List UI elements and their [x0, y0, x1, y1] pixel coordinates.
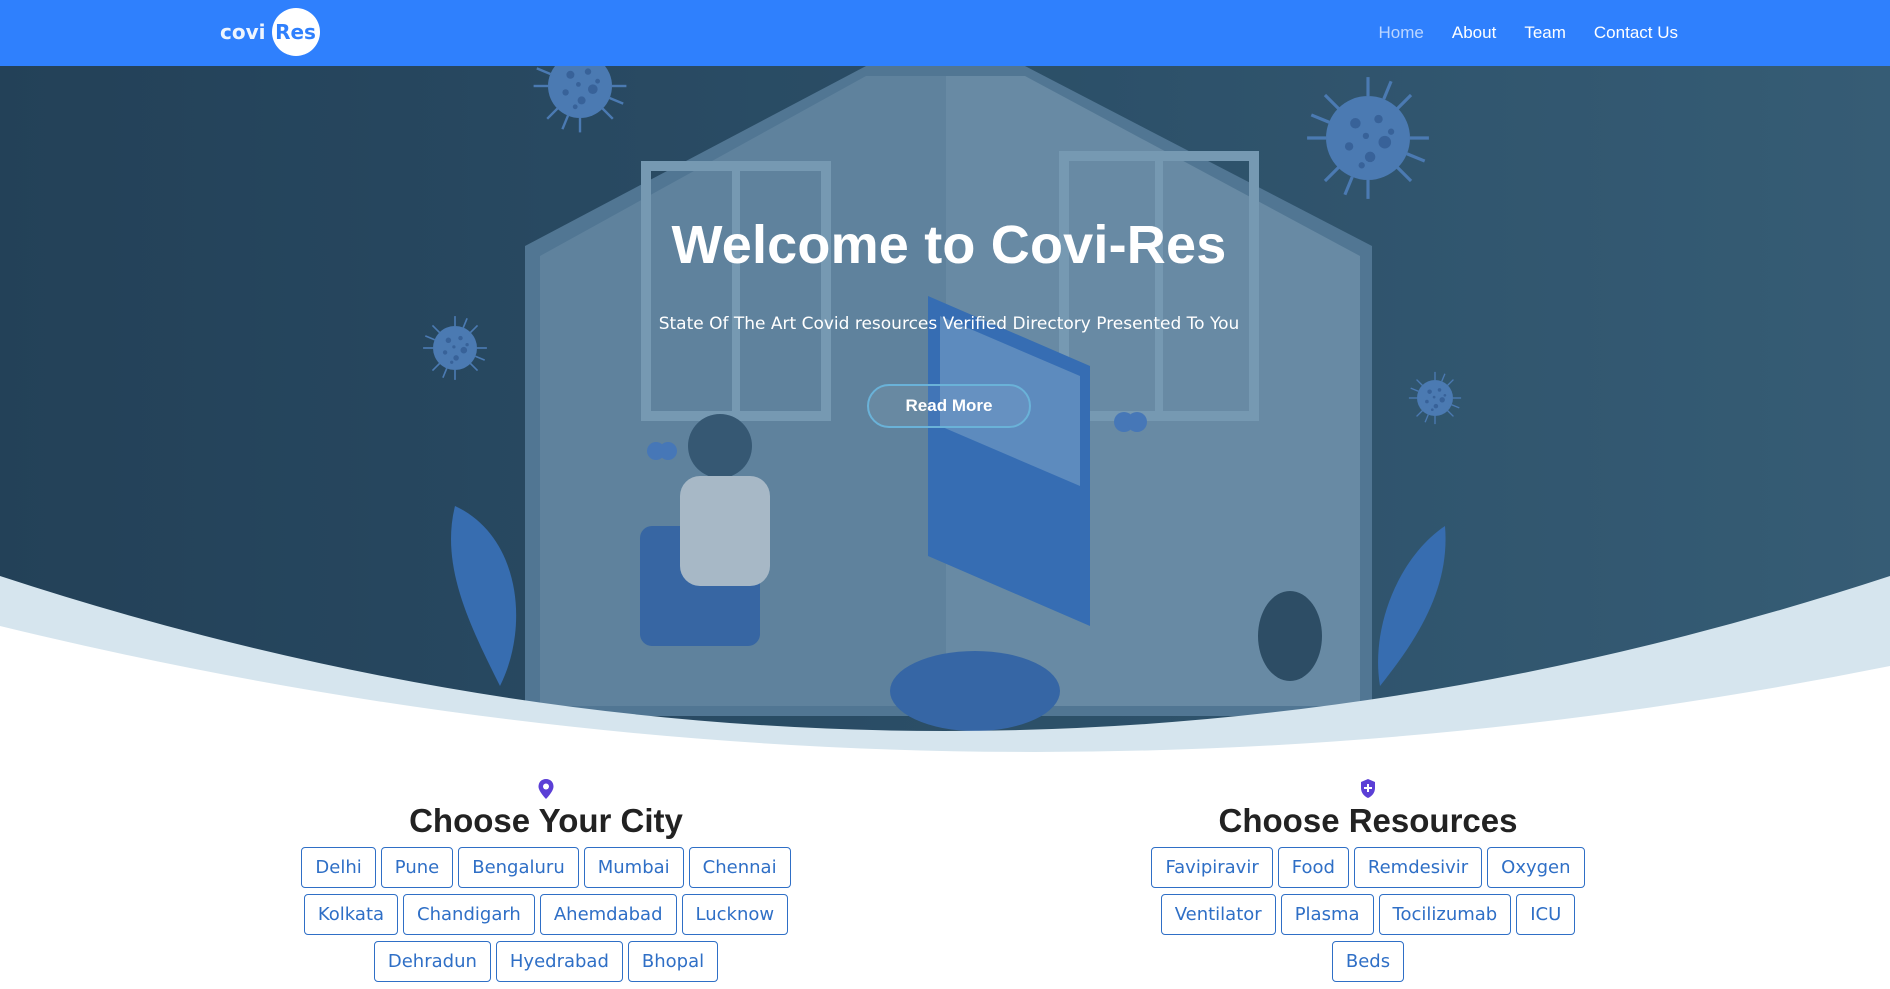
choose-city-section: Choose Your City Delhi Pune Bengaluru Mu… — [292, 778, 800, 982]
resource-chip-ventilator[interactable]: Ventilator — [1160, 894, 1276, 935]
city-chip-hyedrabad[interactable]: Hyedrabad — [495, 941, 623, 982]
city-chip-dehradun[interactable]: Dehradun — [373, 941, 491, 982]
nav-link-home[interactable]: Home — [1379, 23, 1424, 43]
hero-title: Welcome to Covi-Res — [671, 215, 1227, 275]
city-chip-ahemdabad[interactable]: Ahemdabad — [539, 894, 677, 935]
city-chip-lucknow[interactable]: Lucknow — [681, 894, 789, 935]
nav-link-about[interactable]: About — [1452, 23, 1496, 43]
city-row-2: Kolkata Chandigarh Ahemdabad Lucknow — [292, 894, 800, 935]
resource-chip-tocilizumab[interactable]: Tocilizumab — [1378, 894, 1512, 935]
resource-chip-icu[interactable]: ICU — [1516, 894, 1576, 935]
city-row-1: Delhi Pune Bengaluru Mumbai Chennai — [292, 847, 800, 888]
nav-link-contact[interactable]: Contact Us — [1594, 23, 1678, 43]
city-chip-bengaluru[interactable]: Bengaluru — [458, 847, 579, 888]
resource-row-3: Beds — [1130, 941, 1606, 982]
city-chip-bhopal[interactable]: Bhopal — [627, 941, 719, 982]
resource-row-1: Favipiravir Food Remdesivir Oxygen — [1130, 847, 1606, 888]
hero-subtitle: State Of The Art Covid resources Verifie… — [658, 314, 1240, 334]
city-chip-kolkata[interactable]: Kolkata — [303, 894, 399, 935]
city-chip-chandigarh[interactable]: Chandigarh — [403, 894, 535, 935]
resource-row-2: Ventilator Plasma Tocilizumab ICU — [1130, 894, 1606, 935]
navbar: covi Res Home About Team Contact Us — [0, 0, 1890, 66]
location-pin-icon — [538, 779, 554, 799]
hero-section: Welcome to Covi-Res State Of The Art Cov… — [0, 66, 1890, 766]
city-row-3: Dehradun Hyedrabad Bhopal — [292, 941, 800, 982]
choose-resources-title: Choose Resources — [1218, 802, 1518, 839]
city-chip-delhi[interactable]: Delhi — [301, 847, 376, 888]
nav-links: Home About Team Contact Us — [1351, 0, 1678, 66]
logo-covi-text: covi — [220, 20, 266, 44]
resource-chip-plasma[interactable]: Plasma — [1280, 894, 1374, 935]
resource-chip-favipiravir[interactable]: Favipiravir — [1151, 847, 1273, 888]
logo-res-badge: Res — [271, 8, 320, 56]
city-chip-chennai[interactable]: Chennai — [688, 847, 791, 888]
resource-chip-remdesivir[interactable]: Remdesivir — [1353, 847, 1483, 888]
choose-city-title: Choose Your City — [409, 802, 683, 839]
resource-chip-oxygen[interactable]: Oxygen — [1487, 847, 1585, 888]
choose-resources-section: Choose Resources Favipiravir Food Remdes… — [1130, 778, 1606, 982]
resource-chip-food[interactable]: Food — [1277, 847, 1349, 888]
read-more-button[interactable]: Read More — [867, 384, 1031, 428]
city-chip-mumbai[interactable]: Mumbai — [583, 847, 684, 888]
logo[interactable]: covi Res — [220, 8, 320, 56]
resource-chip-beds[interactable]: Beds — [1331, 941, 1405, 982]
city-chip-pune[interactable]: Pune — [380, 847, 454, 888]
shield-plus-icon — [1361, 779, 1375, 798]
nav-link-team[interactable]: Team — [1524, 23, 1566, 43]
